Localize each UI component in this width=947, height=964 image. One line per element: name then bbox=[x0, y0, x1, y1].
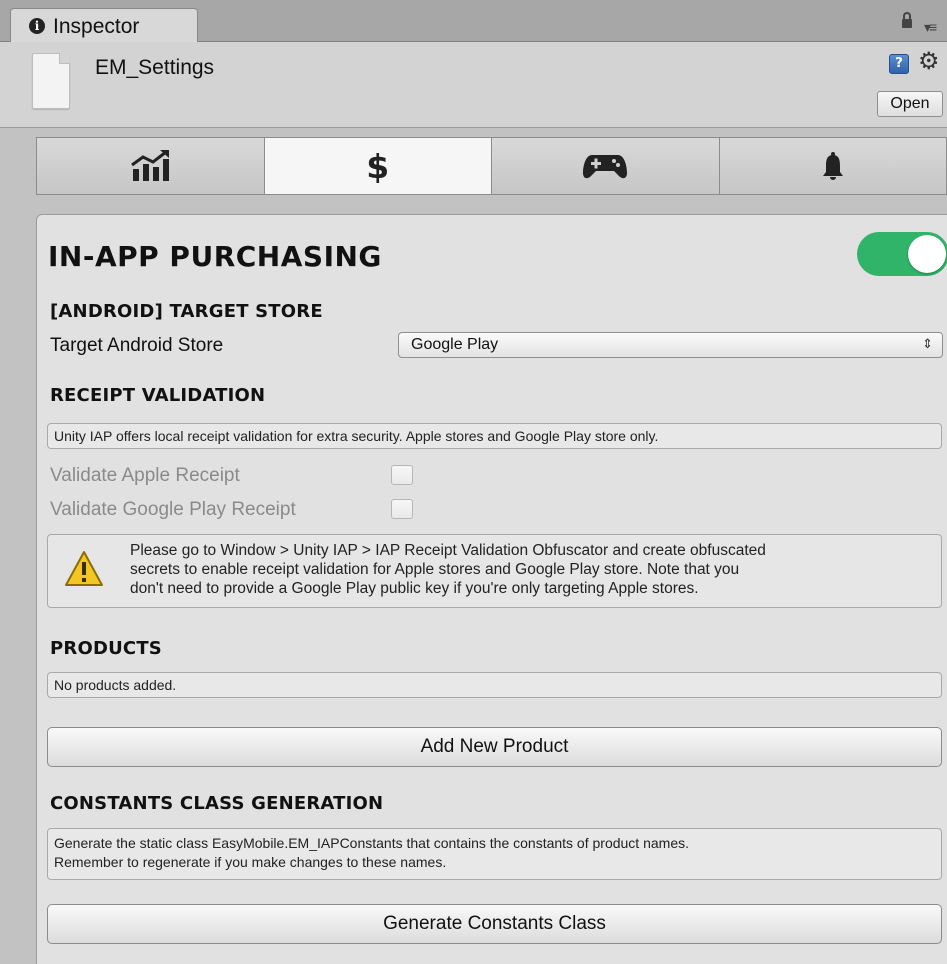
target-store-dropdown[interactable]: Google Play ⇕ bbox=[398, 332, 943, 358]
validate-google-receipt-checkbox[interactable] bbox=[391, 499, 413, 519]
dollar-icon: $ bbox=[366, 146, 390, 186]
bell-icon bbox=[822, 152, 843, 180]
target-store-value: Google Play bbox=[411, 336, 499, 353]
help-icon[interactable]: ? bbox=[889, 54, 909, 74]
open-button[interactable]: Open bbox=[877, 91, 943, 117]
tab-label: Inspector bbox=[53, 15, 140, 38]
window-tab-bar: i Inspector ▾≡ bbox=[0, 0, 947, 42]
gamepad-icon bbox=[583, 155, 628, 179]
section-title-products: PRODUCTS bbox=[50, 638, 162, 659]
section-title-constants: CONSTANTS CLASS GENERATION bbox=[50, 793, 384, 814]
tab-notifications[interactable] bbox=[719, 138, 947, 194]
receipt-validation-help: Unity IAP offers local receipt validatio… bbox=[47, 423, 942, 449]
warning-icon bbox=[65, 551, 103, 586]
section-title-receipt-validation: RECEIPT VALIDATION bbox=[50, 385, 266, 406]
gear-icon[interactable]: ⚙ bbox=[918, 48, 940, 76]
obfuscator-warning-box: Please go to Window > Unity IAP > IAP Re… bbox=[47, 534, 942, 608]
validate-apple-receipt-label: Validate Apple Receipt bbox=[50, 465, 240, 486]
menu-icon[interactable]: ▾≡ bbox=[924, 19, 937, 36]
chart-icon bbox=[131, 150, 170, 181]
dropdown-arrow-icon: ⇕ bbox=[922, 336, 933, 351]
asset-name: EM_Settings bbox=[95, 56, 215, 79]
asset-file-icon bbox=[32, 53, 70, 109]
module-toolbar: $ bbox=[36, 137, 947, 195]
toggle-knob bbox=[908, 235, 946, 273]
add-new-product-button[interactable]: Add New Product bbox=[47, 727, 942, 767]
tab-analytics[interactable] bbox=[37, 138, 265, 194]
inspector-header: EM_Settings ? ⚙ Open bbox=[0, 42, 947, 128]
products-empty-message: No products added. bbox=[47, 672, 942, 698]
tab-in-app-purchasing[interactable]: $ bbox=[264, 138, 492, 194]
generate-constants-class-button[interactable]: Generate Constants Class bbox=[47, 904, 942, 944]
section-title-target-store: [ANDROID] TARGET STORE bbox=[50, 301, 323, 322]
module-enable-toggle[interactable] bbox=[857, 232, 947, 276]
tab-game-services[interactable] bbox=[492, 138, 720, 194]
module-panel: IN-APP PURCHASING [ANDROID] TARGET STORE… bbox=[36, 214, 947, 964]
tab-inspector[interactable]: i Inspector bbox=[10, 8, 198, 42]
validate-apple-receipt-checkbox[interactable] bbox=[391, 465, 413, 485]
constants-help: Generate the static class EasyMobile.EM_… bbox=[47, 828, 942, 880]
info-icon: i bbox=[29, 18, 45, 34]
lock-icon[interactable] bbox=[902, 12, 912, 28]
target-android-store-label: Target Android Store bbox=[50, 335, 224, 356]
warning-text: Please go to Window > Unity IAP > IAP Re… bbox=[130, 542, 766, 597]
module-title: IN-APP PURCHASING bbox=[48, 240, 382, 273]
validate-google-receipt-label: Validate Google Play Receipt bbox=[50, 499, 296, 520]
